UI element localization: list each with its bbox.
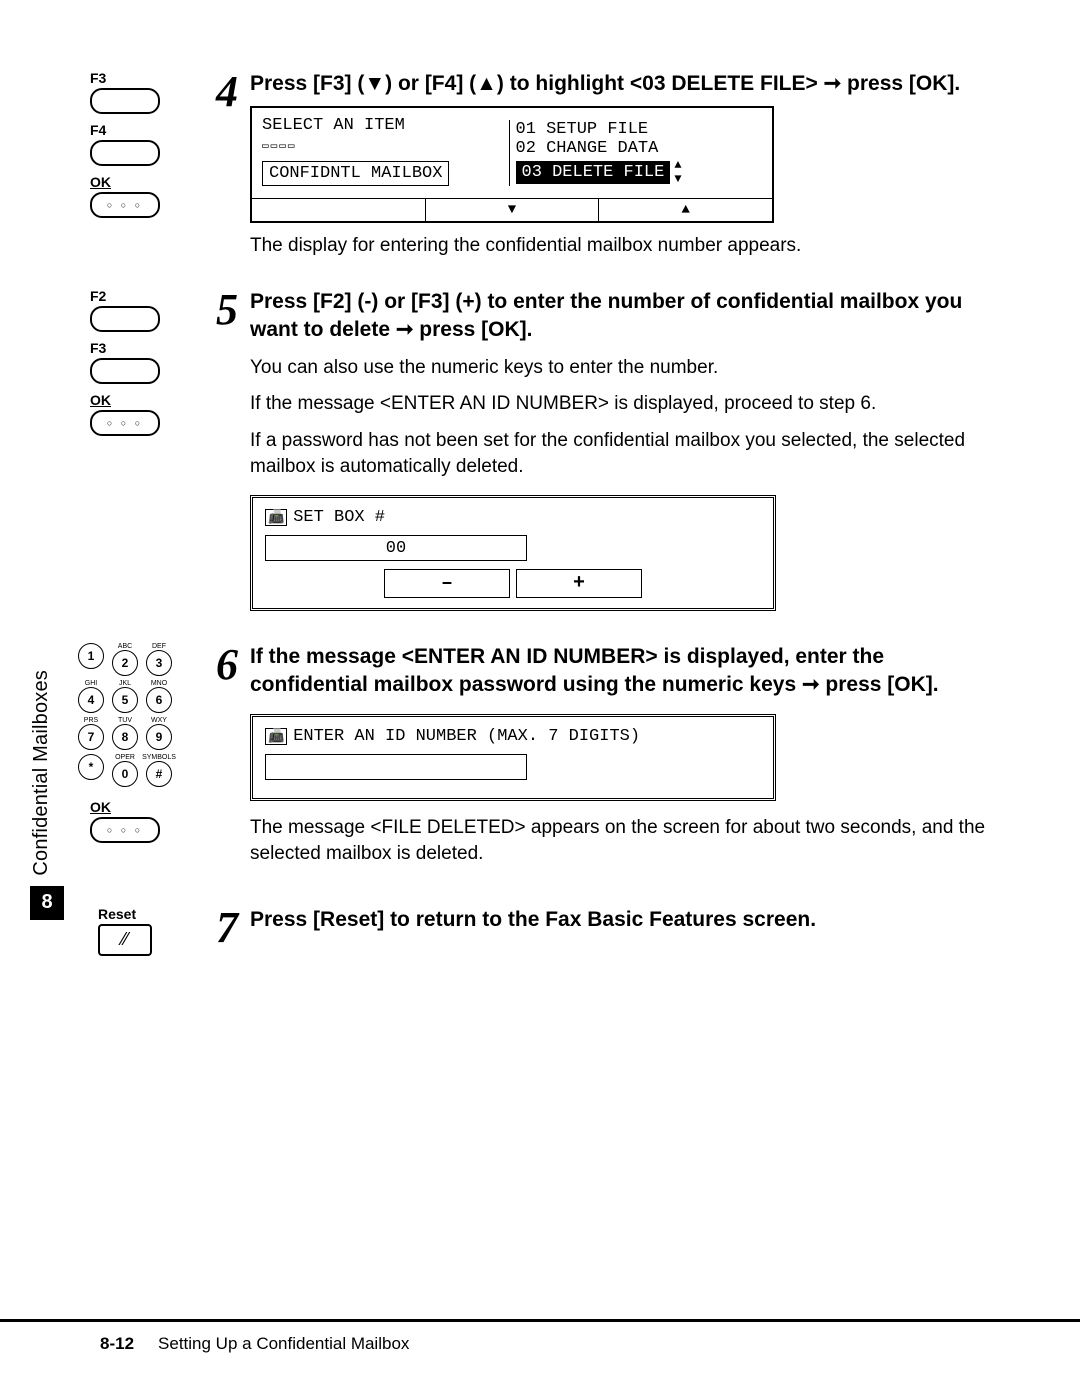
numeric-keypad: 1 ABC2 DEF3 GHI4 JKL5 MNO6 PRS7 TUV8 WXY… [76,643,174,787]
lcd5-heading: SET BOX # [293,508,385,527]
key-label-ok-3: OK [90,799,160,815]
step-6-row: 1 ABC2 DEF3 GHI4 JKL5 MNO6 PRS7 TUV8 WXY… [60,643,990,896]
scroll-indicator-icon: ▲▼ [674,158,681,186]
keypad-5[interactable]: 5 [112,687,138,713]
step-5-keys: F2 F3 OK ○ ○ ○ [60,288,190,436]
lcd-item-2: 02 CHANGE DATA [516,139,763,158]
key-label-f3: F3 [90,70,160,86]
lcd-dots: ▭▭▭▭ [262,139,509,153]
side-tab-label: Confidential Mailboxes [30,670,53,876]
step-4-row: F3 F4 OK ○ ○ ○ 4 Press [F3] (▼) or [F4] (… [60,70,990,288]
keypad-2[interactable]: 2 [112,650,138,676]
key-label-reset: Reset [98,906,152,922]
lcd-nav: ▼ ▲ [252,198,772,221]
f4-button[interactable] [90,140,160,166]
step-6-keys: 1 ABC2 DEF3 GHI4 JKL5 MNO6 PRS7 TUV8 WXY… [60,643,190,843]
key-label-f2: F2 [90,288,160,304]
key-label-ok: OK [90,174,160,190]
keypad-0[interactable]: 0 [112,761,138,787]
chapter-number: 8 [30,886,64,920]
ok-button[interactable]: ○ ○ ○ [90,192,160,218]
plus-button: + [516,569,642,598]
lcd5-value: 00 [265,535,527,561]
ok-button-2[interactable]: ○ ○ ○ [90,410,160,436]
step-4-title: Press [F3] (▼) or [F4] (▲) to highlight … [250,70,990,98]
page-footer: 8-12 Setting Up a Confidential Mailbox [0,1319,1080,1354]
nav-down-icon: ▼ [425,199,599,221]
nav-up-icon: ▲ [598,199,772,221]
step-4-keys: F3 F4 OK ○ ○ ○ [60,70,190,218]
step-number: 5 [198,288,238,332]
step-number: 6 [198,643,238,687]
lcd-item-1: 01 SETUP FILE [516,120,763,139]
reset-button[interactable]: ⁄⁄ [98,924,152,956]
page-number: 8-12 [100,1334,134,1354]
keypad-3[interactable]: 3 [146,650,172,676]
keypad-9[interactable]: 9 [146,724,172,750]
f3-button[interactable] [90,88,160,114]
fax-icon-2: 📠 [265,728,287,745]
footer-title: Setting Up a Confidential Mailbox [158,1334,409,1354]
ok-button-3[interactable]: ○ ○ ○ [90,817,160,843]
key-label-f4: F4 [90,122,160,138]
keypad-4[interactable]: 4 [78,687,104,713]
step-5-p3: If a password has not been set for the c… [250,428,990,481]
step-6-title: If the message <ENTER AN ID NUMBER> is d… [250,643,990,700]
keypad-8[interactable]: 8 [112,724,138,750]
step-5-p1: You can also use the numeric keys to ent… [250,355,990,382]
lcd-screen-step5: 📠 SET BOX # 00 – + [250,495,776,611]
step-4-after: The display for entering the confidentia… [250,233,990,260]
lcd-item-3-selected: 03 DELETE FILE [516,161,671,184]
keypad-star[interactable]: * [78,754,104,780]
step-7-keys: Reset ⁄⁄ [60,906,190,956]
step-7-row: Reset ⁄⁄ 7 Press [Reset] to return to the… [60,906,990,968]
lcd-screen-step4: SELECT AN ITEM ▭▭▭▭ CONFIDNTL MAILBOX 01… [250,106,774,223]
lcd6-heading: ENTER AN ID NUMBER (MAX. 7 DIGITS) [293,727,640,746]
step-6-after: The message <FILE DELETED> appears on th… [250,815,990,868]
lcd6-field [265,754,527,780]
step-7-title: Press [Reset] to return to the Fax Basic… [250,906,990,934]
minus-button: – [384,569,510,598]
step-5-row: F2 F3 OK ○ ○ ○ 5 Press [F2] (-) or [F3] (… [60,288,990,643]
key-label-ok-2: OK [90,392,160,408]
side-tab: Confidential Mailboxes 8 [30,670,64,920]
key-label-f3-2: F3 [90,340,160,356]
keypad-6[interactable]: 6 [146,687,172,713]
step-5-title: Press [F2] (-) or [F3] (+) to enter the … [250,288,990,345]
lcd-sub: CONFIDNTL MAILBOX [262,161,449,186]
lcd-heading: SELECT AN ITEM [262,116,509,135]
lcd-screen-step6: 📠 ENTER AN ID NUMBER (MAX. 7 DIGITS) [250,714,776,801]
f2-button[interactable] [90,306,160,332]
step-number: 4 [198,70,238,114]
step-5-p2: If the message <ENTER AN ID NUMBER> is d… [250,391,990,418]
fax-icon: 📠 [265,509,287,526]
keypad-7[interactable]: 7 [78,724,104,750]
keypad-hash[interactable]: # [146,761,172,787]
keypad-1[interactable]: 1 [78,643,104,669]
step-number: 7 [198,906,238,950]
document-page: Confidential Mailboxes 8 F3 F4 OK ○ ○ ○ 4… [0,0,1080,1388]
f3-button-2[interactable] [90,358,160,384]
